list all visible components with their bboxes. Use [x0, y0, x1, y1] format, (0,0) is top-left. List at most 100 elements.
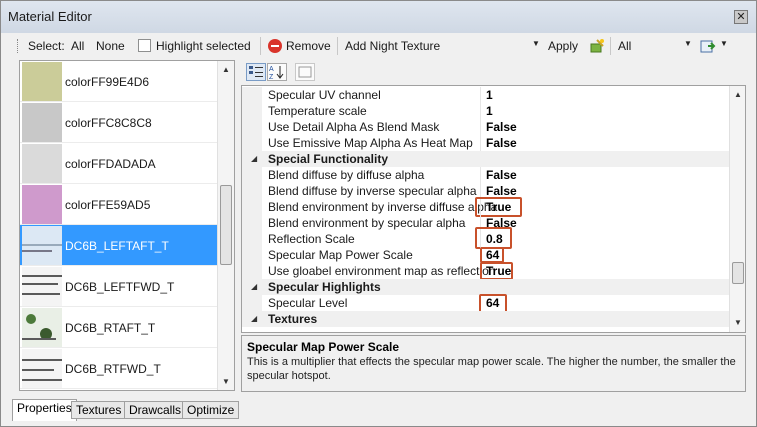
category-name: Special Functionality [268, 152, 389, 166]
category-name: Specular Highlights [268, 280, 381, 294]
column-divider [480, 135, 481, 151]
highlight-box [480, 247, 504, 263]
property-value[interactable]: False [486, 135, 517, 151]
toolbar: Select: All None Highlight selected Remo… [1, 33, 756, 59]
tab-properties[interactable]: Properties [12, 399, 77, 421]
export-icon[interactable] [700, 38, 716, 54]
chevron-down-icon[interactable]: ▼ [532, 39, 540, 48]
remove-button[interactable]: Remove [286, 38, 331, 54]
list-item[interactable]: DC6B_RTFWD_T [20, 348, 217, 389]
row-margin [242, 215, 262, 231]
chevron-down-icon[interactable]: ▼ [720, 39, 728, 48]
svg-text:A: A [269, 66, 274, 73]
property-scrollbar[interactable]: ▲ ▼ [729, 86, 745, 332]
property-name: Blend environment by specular alpha [268, 216, 466, 230]
category-name: Textures [268, 312, 318, 326]
column-divider [480, 103, 481, 119]
list-item[interactable]: DC6B_LEFTAFT_T [20, 225, 217, 266]
row-margin [242, 87, 262, 103]
property-value[interactable]: False [486, 167, 517, 183]
property-pages-icon [298, 66, 312, 78]
property-row[interactable]: Use gloabel environment map as reflectio… [242, 262, 729, 280]
highlight-box [480, 262, 513, 280]
collapse-icon[interactable]: ◢ [251, 279, 257, 295]
highlight-selected-label[interactable]: Highlight selected [156, 38, 251, 54]
highlight-selected-checkbox[interactable] [138, 39, 151, 52]
property-row[interactable]: Specular UV channel 1 [242, 87, 729, 103]
select-label: Select: [28, 39, 65, 53]
row-margin [242, 183, 262, 199]
property-row[interactable]: Specular Level 64 [242, 294, 729, 313]
list-item[interactable]: colorFFDADADA [20, 143, 217, 184]
property-row[interactable]: Blend environment by inverse diffuse alp… [242, 197, 729, 217]
list-scrollbar[interactable]: ▲ ▼ [217, 61, 234, 390]
property-row[interactable]: Reflection Scale 0.8 [242, 227, 729, 249]
property-value[interactable]: False [486, 119, 517, 135]
column-divider [480, 87, 481, 103]
list-item[interactable]: colorFF99E4D6 [20, 61, 217, 102]
collapse-icon[interactable]: ◢ [251, 151, 257, 167]
apply-wand-icon[interactable] [589, 38, 605, 54]
list-item[interactable]: colorFFE59AD5 [20, 184, 217, 225]
property-value[interactable]: 1 [486, 87, 493, 103]
remove-icon[interactable] [268, 39, 282, 53]
material-editor-window: Material Editor ✕ Select: All None Highl… [0, 0, 757, 427]
scroll-up-icon[interactable]: ▲ [734, 90, 742, 99]
texture-thumbnail [22, 226, 62, 265]
scroll-up-icon[interactable]: ▲ [222, 65, 230, 74]
sort-az-icon: A Z [269, 66, 284, 81]
night-texture-dropdown[interactable]: Add Night Texture [345, 38, 440, 54]
row-margin [242, 263, 262, 279]
list-item-label: DC6B_LEFTFWD_T [65, 280, 175, 294]
column-divider [480, 167, 481, 183]
categorized-view-button[interactable] [246, 63, 266, 81]
bottom-tabs: Properties Textures Drawcalls Optimize [1, 399, 756, 421]
list-item[interactable]: colorFFC8C8C8 [20, 102, 217, 143]
property-pages-button[interactable] [295, 63, 315, 81]
scroll-thumb[interactable] [732, 262, 744, 284]
property-name: Blend diffuse by diffuse alpha [268, 168, 425, 182]
close-button[interactable]: ✕ [734, 10, 748, 24]
color-swatch [22, 62, 62, 101]
tab-textures[interactable]: Textures [71, 401, 127, 419]
highlight-box [475, 227, 512, 249]
scroll-down-icon[interactable]: ▼ [734, 318, 742, 327]
category-row[interactable]: ◢ Textures [242, 311, 729, 327]
select-all-button[interactable]: All [71, 38, 84, 54]
list-item-label: DC6B_LEFTAFT_T [65, 239, 169, 253]
property-row[interactable]: Temperature scale 1 [242, 103, 729, 119]
description-title: Specular Map Power Scale [247, 340, 400, 354]
row-margin [242, 103, 262, 119]
category-row[interactable]: ◢ Specular Highlights [242, 279, 729, 295]
row-margin [242, 135, 262, 151]
row-margin [242, 199, 262, 215]
property-row[interactable]: Blend diffuse by diffuse alpha False [242, 167, 729, 183]
list-item-label: colorFFC8C8C8 [65, 116, 152, 130]
list-item[interactable]: DC6B_LEFTFWD_T [20, 266, 217, 307]
property-row[interactable]: Use Detail Alpha As Blend Mask False [242, 119, 729, 135]
svg-text:Z: Z [269, 74, 274, 80]
property-grid-toolbar: A Z [241, 60, 746, 84]
toolbar-separator [610, 37, 611, 55]
select-none-button[interactable]: None [96, 38, 125, 54]
property-row[interactable]: Use Emissive Map Alpha As Heat Map False [242, 135, 729, 151]
title-bar: Material Editor ✕ [1, 1, 756, 33]
scroll-down-icon[interactable]: ▼ [222, 377, 230, 386]
tab-drawcalls[interactable]: Drawcalls [124, 401, 187, 419]
material-list: colorFF99E4D6 colorFFC8C8C8 colorFFDADAD… [19, 60, 235, 391]
tab-optimize[interactable]: Optimize [182, 401, 240, 419]
color-swatch [22, 144, 62, 183]
row-margin [242, 247, 262, 263]
scroll-thumb[interactable] [220, 185, 232, 265]
list-item[interactable]: DC6B_RTAFT_T [20, 307, 217, 348]
alphabetical-sort-button[interactable]: A Z [267, 63, 287, 81]
property-value[interactable]: 1 [486, 103, 493, 119]
filter-dropdown[interactable]: All [618, 38, 631, 54]
description-text: This is a multiplier that effects the sp… [247, 356, 736, 382]
category-row[interactable]: ◢ Special Functionality [242, 151, 729, 167]
chevron-down-icon[interactable]: ▼ [684, 39, 692, 48]
texture-thumbnail [22, 349, 62, 388]
property-row[interactable]: Specular Map Power Scale 64 [242, 247, 729, 263]
collapse-icon[interactable]: ◢ [251, 311, 257, 327]
apply-button[interactable]: Apply [548, 38, 578, 54]
